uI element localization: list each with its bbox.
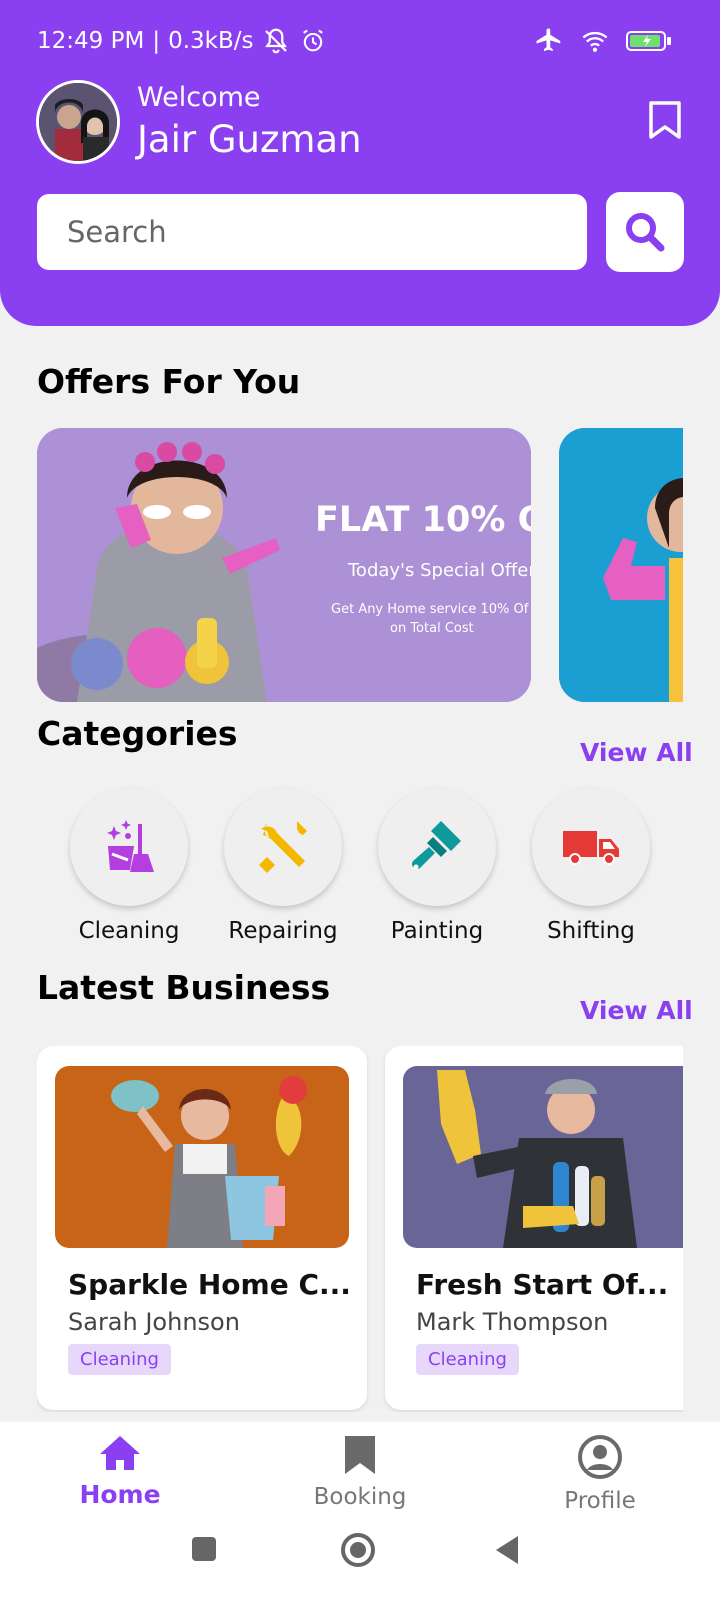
header: 12:49 PM | 0.3kB/s Welcome Jair Guzman [0, 0, 720, 326]
search-icon [626, 213, 665, 252]
bookmark-nav-icon [345, 1436, 375, 1474]
search-input[interactable] [37, 194, 587, 270]
offer-banner[interactable]: FLAT 10% OF Today's Special Offer Get An… [37, 428, 531, 702]
business-image [403, 1066, 683, 1248]
wifi-icon [582, 31, 608, 52]
user-name: Jair Guzman [137, 118, 362, 161]
business-name: Sparkle Home C... [68, 1268, 351, 1301]
status-time: 12:49 PM [37, 28, 145, 54]
nav-home-label: Home [79, 1480, 161, 1509]
latest-business-heading: Latest Business [37, 968, 331, 1007]
category-repairing[interactable]: Repairing [208, 788, 358, 944]
offer-subtitle: Today's Special Offer [348, 560, 531, 581]
latest-view-all-link[interactable]: View All [580, 996, 693, 1025]
offer-banner-2-image [559, 428, 683, 702]
offers-carousel[interactable]: FLAT 10% OF Today's Special Offer Get An… [37, 428, 683, 702]
mute-icon [265, 28, 288, 54]
category-label: Repairing [228, 918, 338, 944]
category-shifting[interactable]: Shifting [516, 788, 666, 944]
nav-booking-label: Booking [313, 1484, 407, 1510]
profile-icon [578, 1435, 622, 1479]
nav-booking[interactable]: Booking [280, 1434, 440, 1510]
offer-title: FLAT 10% OF [315, 500, 531, 540]
avatar-photo [39, 83, 117, 161]
categories-view-all-link[interactable]: View All [580, 738, 693, 767]
welcome-text: Welcome [137, 82, 261, 113]
offer-banner-2[interactable] [559, 428, 683, 702]
system-navigation-bar [0, 1510, 720, 1600]
back-icon[interactable] [494, 1534, 520, 1566]
recent-apps-icon[interactable] [191, 1536, 217, 1562]
categories-heading: Categories [37, 714, 238, 753]
search-button[interactable] [606, 192, 684, 272]
avatar[interactable] [36, 80, 120, 164]
status-network-speed: 0.3kB/s [168, 28, 254, 54]
home-icon [100, 1436, 140, 1470]
truck-icon [563, 831, 619, 865]
business-image [55, 1066, 349, 1248]
paint-brush-icon [412, 821, 461, 870]
business-carousel[interactable]: Sparkle Home C... Sarah Johnson Cleaning… [37, 1046, 683, 1412]
status-bar: 12:49 PM | 0.3kB/s [37, 24, 672, 58]
category-label: Cleaning [78, 918, 180, 944]
nav-home[interactable]: Home [40, 1434, 200, 1509]
business-name: Fresh Start Of... [416, 1268, 669, 1301]
offers-heading: Offers For You [37, 362, 301, 401]
business-owner: Mark Thompson [416, 1308, 609, 1336]
business-category-tag: Cleaning [68, 1344, 171, 1375]
offer-description: Get Any Home service 10% Of [331, 602, 529, 617]
business-category-tag: Cleaning [416, 1344, 519, 1375]
bookmark-icon[interactable] [648, 100, 682, 140]
business-owner: Sarah Johnson [68, 1308, 240, 1336]
category-label: Shifting [547, 918, 635, 944]
alarm-icon [303, 29, 324, 52]
category-label: Painting [390, 918, 484, 944]
category-cleaning[interactable]: Cleaning [54, 788, 204, 944]
home-button-icon[interactable] [340, 1532, 376, 1568]
nav-profile[interactable]: Profile [520, 1434, 680, 1514]
offer-description-line2: on Total Cost [390, 621, 474, 636]
airplane-icon [536, 28, 561, 51]
business-card[interactable]: Fresh Start Of... Mark Thompson Cleaning [385, 1046, 683, 1410]
business-card[interactable]: Sparkle Home C... Sarah Johnson Cleaning [37, 1046, 367, 1410]
cleaning-icon [107, 820, 154, 872]
category-painting[interactable]: Painting [362, 788, 512, 944]
battery-icon [626, 31, 671, 51]
tools-icon [259, 821, 307, 873]
